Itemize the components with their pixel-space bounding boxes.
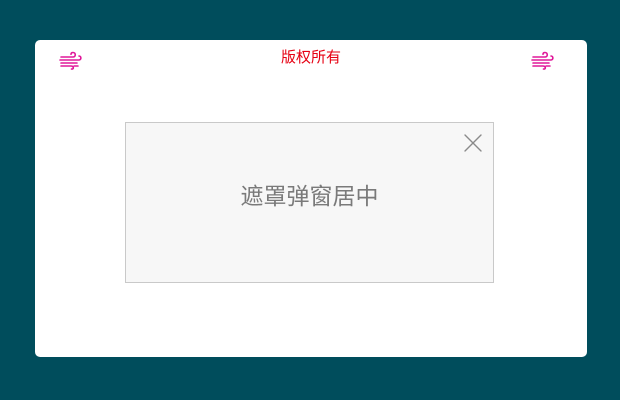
wind-icon bbox=[530, 48, 554, 70]
copyright-text: 版权所有 bbox=[280, 48, 341, 66]
modal-message: 遮罩弹窗居中 bbox=[240, 184, 379, 210]
close-icon[interactable] bbox=[463, 133, 483, 153]
modal-dialog: 遮罩弹窗居中 bbox=[125, 122, 494, 283]
content-card: 版权所有 遮罩弹窗居中 bbox=[35, 40, 587, 357]
